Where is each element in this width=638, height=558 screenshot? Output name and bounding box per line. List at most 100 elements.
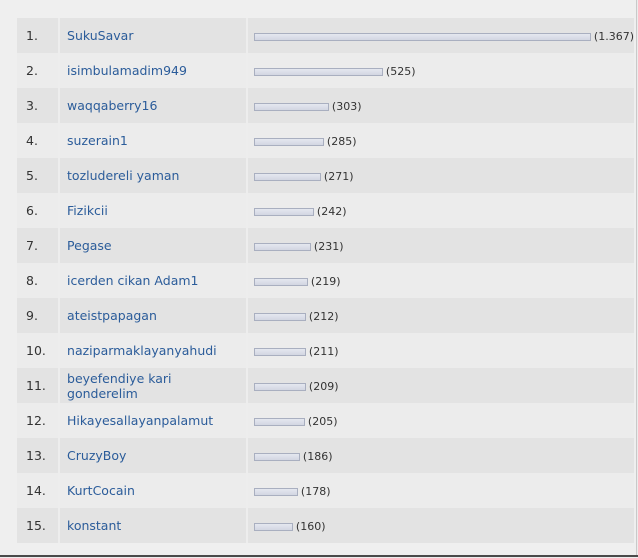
user-link[interactable]: KurtCocain [67, 483, 135, 498]
table-row: 7. Pegase (231) [17, 228, 634, 263]
count-label: (1.367) [593, 30, 634, 43]
count-bar [253, 67, 383, 76]
user-link[interactable]: Hikayesallayanpalamut [67, 413, 213, 428]
rank-cell: 4. [17, 123, 61, 158]
count-bar [253, 242, 311, 251]
rank-cell: 3. [17, 88, 61, 123]
name-cell: SukuSavar [60, 18, 248, 53]
count-label: (209) [308, 380, 339, 393]
rank-cell: 13. [17, 438, 61, 473]
count-label: (271) [323, 170, 354, 183]
user-link[interactable]: icerden cikan Adam1 [67, 273, 198, 288]
bar-cell: (160) [247, 508, 634, 543]
user-link[interactable]: naziparmaklayanyahudi [67, 343, 217, 358]
bar-cell: (219) [247, 263, 634, 298]
rank-cell: 11. [17, 368, 61, 403]
count-bar [253, 452, 300, 461]
count-label: (231) [313, 240, 344, 253]
table-row: 8. icerden cikan Adam1 (219) [17, 263, 634, 298]
count-label: (186) [302, 450, 333, 463]
count-label: (219) [310, 275, 341, 288]
table-row: 5. tozludereli yaman (271) [17, 158, 634, 193]
name-cell: beyefendiye kari gonderelim [60, 368, 248, 403]
bar-cell: (525) [247, 53, 634, 88]
rank-cell: 6. [17, 193, 61, 228]
rank-cell: 8. [17, 263, 61, 298]
user-link[interactable]: isimbulamadim949 [67, 63, 187, 78]
rank-cell: 9. [17, 298, 61, 333]
name-cell: Fizikcii [60, 193, 248, 228]
count-bar [253, 382, 306, 391]
name-cell: KurtCocain [60, 473, 248, 508]
table-row: 12. Hikayesallayanpalamut (205) [17, 403, 634, 438]
table-row: 13. CruzyBoy (186) [17, 438, 634, 473]
table-row: 15. konstant (160) [17, 508, 634, 543]
rank-cell: 14. [17, 473, 61, 508]
name-cell: waqqaberry16 [60, 88, 248, 123]
user-link[interactable]: tozludereli yaman [67, 168, 179, 183]
count-label: (160) [295, 520, 326, 533]
name-cell: ateistpapagan [60, 298, 248, 333]
leaderboard-table: 1. SukuSavar (1.367) 2. isimbulamadim949 (525… [17, 18, 634, 543]
name-cell: CruzyBoy [60, 438, 248, 473]
rank-cell: 7. [17, 228, 61, 263]
user-link[interactable]: ateistpapagan [67, 308, 157, 323]
leaderboard-rows: 1. SukuSavar (1.367) 2. isimbulamadim949 (525… [17, 18, 634, 543]
user-link[interactable]: suzerain1 [67, 133, 128, 148]
count-label: (178) [300, 485, 331, 498]
user-link[interactable]: CruzyBoy [67, 448, 126, 463]
name-cell: Hikayesallayanpalamut [60, 403, 248, 438]
rank-cell: 1. [17, 18, 61, 53]
rank-cell: 5. [17, 158, 61, 193]
user-link[interactable]: waqqaberry16 [67, 98, 157, 113]
count-label: (525) [385, 65, 416, 78]
table-row: 2. isimbulamadim949 (525) [17, 53, 634, 88]
bar-cell: (285) [247, 123, 634, 158]
count-bar [253, 277, 308, 286]
bar-cell: (271) [247, 158, 634, 193]
bar-cell: (231) [247, 228, 634, 263]
name-cell: naziparmaklayanyahudi [60, 333, 248, 368]
table-row: 4. suzerain1 (285) [17, 123, 634, 158]
user-link[interactable]: beyefendiye kari gonderelim [67, 371, 172, 401]
table-row: 10. naziparmaklayanyahudi (211) [17, 333, 634, 368]
rank-cell: 2. [17, 53, 61, 88]
user-link[interactable]: konstant [67, 518, 121, 533]
bar-cell: (212) [247, 298, 634, 333]
name-cell: tozludereli yaman [60, 158, 248, 193]
count-label: (212) [308, 310, 339, 323]
bar-cell: (186) [247, 438, 634, 473]
table-row: 9. ateistpapagan (212) [17, 298, 634, 333]
bar-cell: (178) [247, 473, 634, 508]
table-row: 14. KurtCocain (178) [17, 473, 634, 508]
count-label: (242) [316, 205, 347, 218]
count-bar [253, 487, 298, 496]
count-label: (211) [308, 345, 339, 358]
bar-cell: (211) [247, 333, 634, 368]
count-bar [253, 137, 324, 146]
table-row: 6. Fizikcii (242) [17, 193, 634, 228]
table-row: 3. waqqaberry16 (303) [17, 88, 634, 123]
stats-panel: 1. SukuSavar (1.367) 2. isimbulamadim949 (525… [0, 0, 638, 557]
count-bar [253, 417, 305, 426]
name-cell: isimbulamadim949 [60, 53, 248, 88]
count-bar [253, 102, 329, 111]
bar-cell: (242) [247, 193, 634, 228]
count-label: (205) [307, 415, 338, 428]
count-bar [253, 347, 306, 356]
bar-cell: (205) [247, 403, 634, 438]
count-label: (285) [326, 135, 357, 148]
user-link[interactable]: SukuSavar [67, 28, 133, 43]
user-link[interactable]: Fizikcii [67, 203, 108, 218]
name-cell: konstant [60, 508, 248, 543]
name-cell: Pegase [60, 228, 248, 263]
bar-cell: (209) [247, 368, 634, 403]
name-cell: suzerain1 [60, 123, 248, 158]
bar-cell: (303) [247, 88, 634, 123]
count-bar [253, 172, 321, 181]
user-link[interactable]: Pegase [67, 238, 112, 253]
rank-cell: 15. [17, 508, 61, 543]
table-row: 1. SukuSavar (1.367) [17, 18, 634, 53]
name-cell: icerden cikan Adam1 [60, 263, 248, 298]
count-label: (303) [331, 100, 362, 113]
